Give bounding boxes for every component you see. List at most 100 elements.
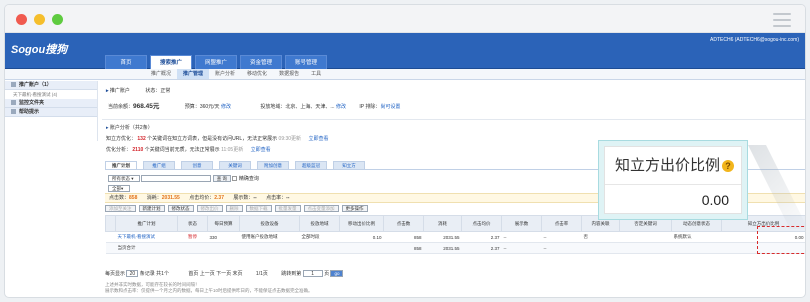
table-cell[interactable]: 天下最机-看搜演试 [115,231,178,243]
table-cell: 2031.55 [423,231,462,243]
table-cell [619,242,672,254]
column-header[interactable]: 移动出价比例 [339,215,384,232]
sub-tab[interactable]: 账户分析 [209,69,241,79]
column-header[interactable]: 点击均价 [461,215,502,232]
sub-tab[interactable]: 移动优化 [241,69,273,79]
analysis-time: 09:30更新 [278,136,302,142]
content-tab[interactable]: 推广组 [143,161,175,169]
table-cell: -- [541,242,582,254]
close-window-dot[interactable] [16,14,27,25]
table-total-row: 当页合计 858 2031.55 2.37 -- -- [105,242,805,254]
analysis-view-link[interactable]: 立即查看 [251,147,271,153]
expand-icon [11,82,16,87]
main-tabs: 首页 搜索推广 网盟推广 资金管理 账号管理 [105,55,330,69]
filter-bar: 所有状态 ▾ 查 询 精确查询 [108,175,259,183]
table-cell: 330 [207,231,240,243]
content-tabs: 推广计划 推广组 创意 关键词 附加创意 超级蓝冠 知立方 [105,161,371,169]
content-tab[interactable]: 推广计划 [105,161,137,169]
pager-nav[interactable]: 首页 上一页 下一页 末页 [188,271,242,277]
column-header[interactable]: 状态 [177,215,208,232]
budget-edit-link[interactable]: 修改 [221,104,231,110]
column-header[interactable]: 每日预算 [207,215,240,232]
content-tab[interactable]: 附加创意 [257,161,289,169]
user-account-label: ADTECH6 (ADTECH6@sogou-inc.com) [710,37,799,43]
jump-go-button[interactable]: go [330,270,344,278]
toolbar-button[interactable]: 批量发量 [274,205,301,212]
content-tab[interactable]: 关键词 [219,161,251,169]
column-header[interactable]: 点击数 [383,215,424,232]
help-icon[interactable]: ? [722,160,735,172]
column-header[interactable]: 投放设备 [239,215,300,232]
column-header[interactable]: 消耗 [423,215,462,232]
analysis-time: 11:05更新 [221,147,244,153]
sub-tab[interactable]: 推广管理 [177,69,210,79]
main-tab[interactable]: 首页 [105,55,147,69]
per-page-select[interactable]: 20 [126,270,139,278]
toolbar-button[interactable]: 新建计划 [138,205,165,212]
column-header[interactable]: 投放地域 [299,215,340,232]
sub-tab[interactable]: 数据报告 [273,69,305,79]
expand-icon [11,100,16,105]
analysis-count: 132 [137,136,146,142]
main-tab[interactable]: 网盟推广 [195,55,237,69]
table-cell: 暂停 [177,231,208,243]
toolbar-button[interactable]: 数据下载 [245,205,272,212]
sub-tab[interactable]: 工具 [305,69,327,79]
table-cell: 2031.55 [423,242,462,254]
search-button[interactable]: 查 询 [212,175,232,183]
table-cell [207,242,240,254]
jump-page-input[interactable]: 1 [302,270,323,278]
account-summary: 当前余额：968.45元 预算：360元/天 修改 投放地域：北京、上海、天津、… [108,103,401,110]
analysis-count: 2110 [132,147,144,153]
select-all-checkbox[interactable] [105,215,116,232]
sub-tab[interactable]: 推广概况 [145,69,177,79]
content-tab[interactable]: 知立方 [333,161,365,169]
sidebar-section-help[interactable]: 帮助提示 [5,108,97,117]
table-cell [239,242,300,254]
region-edit-link[interactable]: 修改 [336,104,346,110]
toolbar-button[interactable]: 修改出价 [196,205,223,212]
analysis-view-link[interactable]: 立即查看 [308,136,328,142]
account-title: 推广账户 [109,88,130,94]
ip-exclude-link[interactable]: 尚可设置 [380,104,400,110]
status-select[interactable]: 所有状态 ▾ [108,175,140,183]
sidebar-section-accounts[interactable]: 推广账户（1） [5,81,97,90]
table-cell [619,231,672,243]
content-tab[interactable]: 创意 [181,161,213,169]
table-cell: 使用账户投放地域 [239,231,300,243]
sidebar-section-watch-folder[interactable]: 监控文件夹 [5,99,97,108]
main-tab[interactable]: 资金管理 [240,55,282,69]
table-cell [299,242,340,254]
table-cell: -- [501,231,542,243]
content-tab[interactable]: 超级蓝冠 [295,161,327,169]
minimize-window-dot[interactable] [34,14,45,25]
sidebar-item-account[interactable]: 天下最机-看搜演试 (4) [5,90,97,99]
table-cell: 2.37 [461,242,502,254]
range-select[interactable]: 全部▾ [108,185,130,192]
toolbar-button[interactable]: 更多操作 [341,205,368,212]
exact-checkbox[interactable] [232,176,238,182]
sogou-logo: Sogou搜狗 [11,44,68,56]
account-status: 正常 [160,88,171,94]
maximize-window-dot[interactable] [52,14,63,25]
toolbar-button[interactable]: 删除 [225,205,243,212]
table-row[interactable]: 天下最机-看搜演试 暂停 330 使用账户投放地域 全部时段 0.10 858 2031.55… [105,231,805,243]
analysis-item: 知立方优化： 132 个关键词在知立方词表，但是没有访问URL，无法正常展示 0… [106,136,329,142]
table-cell: 系统默认 [671,231,722,243]
column-header[interactable]: 推广计划 [115,215,178,232]
highlight-box [757,226,805,254]
column-header[interactable]: 点击率 [541,215,582,232]
range-filter: 全部▾ [108,185,130,192]
column-header[interactable]: 展示数 [501,215,542,232]
toolbar-button[interactable]: 修改状态 [167,205,194,212]
account-balance: 968.45元 [133,103,160,110]
hamburger-menu-icon[interactable] [773,13,791,31]
toolbar-button[interactable]: 点击变量添加 [303,205,339,212]
toolbar-button[interactable]: 添加至关注 [105,205,136,212]
footnotes: 上述并非实时数据，可能存在较长的时间间隔！ 展示数和点击率：仅提供一个月之内的数… [105,282,313,293]
table-cell: 2.37 [461,231,502,243]
main-tab[interactable]: 账号管理 [285,55,327,69]
budget-value: 360元/天 [199,104,220,110]
search-input[interactable] [141,175,212,183]
main-tab[interactable]: 搜索推广 [150,55,192,69]
